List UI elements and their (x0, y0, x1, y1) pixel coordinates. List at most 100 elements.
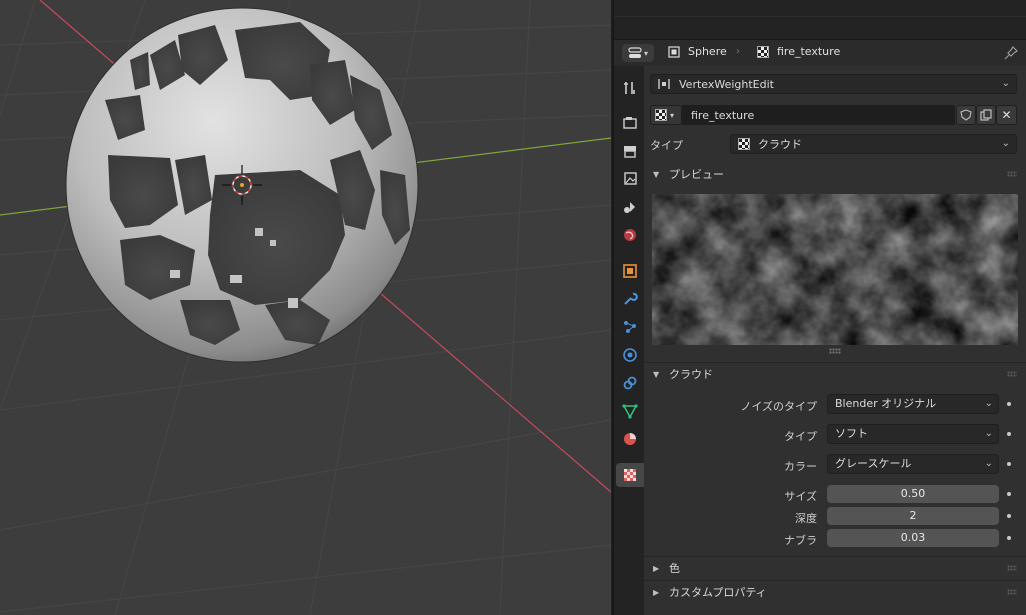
properties-topbar (614, 0, 1026, 40)
tab-output[interactable] (618, 139, 642, 163)
pin-icon[interactable] (1003, 45, 1019, 61)
object-icon (623, 264, 637, 278)
breadcrumb-separator-icon: › (736, 46, 740, 57)
mesh-data-icon (622, 404, 638, 419)
tab-tool[interactable] (618, 76, 642, 100)
chevron-down-icon: ▾ (670, 110, 675, 120)
keyframe-dot-icon[interactable] (1007, 536, 1011, 540)
drag-grip-icon[interactable] (1007, 565, 1017, 571)
texture-preview (652, 194, 1018, 345)
wrench-icon (624, 292, 638, 305)
physics-icon (623, 348, 637, 362)
chevron-down-icon: ⌄ (984, 428, 993, 439)
drag-grip-icon[interactable] (1007, 171, 1017, 177)
keyframe-dot-icon[interactable] (1007, 402, 1011, 406)
noise-type-dropdown[interactable]: Blender オリジナル ⌄ (827, 394, 999, 414)
viewport-scene (0, 0, 611, 615)
properties-header: ▾ Sphere › fire_texture (614, 40, 1026, 66)
chevron-down-icon: ⌄ (984, 398, 993, 409)
texture-icon (624, 469, 636, 481)
preview-resize-handle[interactable] (829, 348, 841, 354)
tab-render[interactable] (618, 111, 642, 135)
tab-data[interactable] (618, 399, 642, 423)
chevron-down-icon: ⌄ (1001, 138, 1010, 149)
texture-type-label: タイプ (650, 139, 683, 152)
breadcrumb-object-label: Sphere (688, 45, 727, 58)
cloud-type-label: タイプ (784, 430, 817, 443)
scene-icon (624, 202, 635, 213)
clouds-panel-title: クラウド (669, 368, 713, 381)
chevron-down-icon: ▾ (643, 48, 648, 58)
breadcrumb-texture: fire_texture (757, 45, 840, 58)
tab-modifiers[interactable] (618, 287, 642, 311)
texture-browse-button[interactable]: ▾ (650, 105, 682, 125)
modifier-icon (658, 79, 670, 89)
texture-name-field[interactable]: fire_texture (682, 105, 955, 125)
noise-type-label: ノイズのタイプ (740, 400, 817, 413)
expanded-triangle-icon: ▼ (653, 169, 660, 179)
texture-checker-icon (655, 109, 667, 121)
keyframe-dot-icon[interactable] (1007, 462, 1011, 466)
properties-tabs (614, 66, 644, 615)
colors-panel-title: 色 (669, 562, 680, 575)
custom-properties-panel-header[interactable]: ▶ カスタムプロパティ (644, 580, 1026, 604)
properties-editor: ▾ Sphere › fire_texture VertexWeightEdit… (613, 0, 1026, 615)
object-icon (668, 45, 680, 58)
texture-name-value: fire_texture (691, 108, 755, 122)
breadcrumb-object: Sphere (668, 45, 727, 58)
texture-type-dropdown[interactable]: クラウド ⌄ (730, 134, 1017, 154)
editor-type-button[interactable]: ▾ (622, 44, 654, 62)
texture-user-label: VertexWeightEdit (679, 77, 774, 91)
tab-constraints[interactable] (618, 371, 642, 395)
color-mode-value: グレースケール (835, 457, 912, 470)
texture-checker-icon (738, 138, 750, 150)
clouds-panel-header[interactable]: ▼ クラウド (644, 362, 1026, 386)
duplicate-texture-button[interactable] (976, 105, 996, 125)
close-icon: ✕ (1001, 108, 1012, 122)
tab-material[interactable] (618, 427, 642, 451)
preview-panel-title: プレビュー (669, 168, 724, 181)
expanded-triangle-icon: ▼ (653, 369, 660, 379)
colors-panel-header[interactable]: ▶ 色 (644, 556, 1026, 580)
view-layer-icon (624, 172, 637, 185)
nabla-slider[interactable]: 0.03 (827, 529, 999, 547)
cloud-noise-image (652, 194, 1018, 345)
collapsed-triangle-icon: ▶ (653, 587, 660, 597)
3d-viewport[interactable] (0, 0, 611, 615)
texture-checker-icon (757, 45, 769, 58)
size-slider[interactable]: 0.50 (827, 485, 999, 503)
keyframe-dot-icon[interactable] (1007, 492, 1011, 496)
keyframe-dot-icon[interactable] (1007, 432, 1011, 436)
world-icon (624, 229, 636, 241)
size-label: サイズ (784, 490, 817, 503)
fake-user-button[interactable] (956, 105, 976, 125)
chevron-down-icon: ⌄ (1001, 78, 1010, 89)
tab-particles[interactable] (618, 315, 642, 339)
output-icon (624, 146, 636, 158)
duplicate-icon (980, 109, 992, 121)
tool-icon (624, 82, 635, 94)
drag-grip-icon[interactable] (1007, 589, 1017, 595)
tab-scene[interactable] (618, 195, 642, 219)
noise-type-value: Blender オリジナル (835, 397, 937, 410)
collapsed-triangle-icon: ▶ (653, 563, 660, 573)
custom-properties-panel-title: カスタムプロパティ (669, 586, 767, 599)
drag-grip-icon[interactable] (1007, 371, 1017, 377)
tab-object[interactable] (618, 259, 642, 283)
texture-properties: VertexWeightEdit ⌄ ▾ fire_texture ✕ タイプ … (644, 66, 1026, 615)
unlink-texture-button[interactable]: ✕ (996, 105, 1017, 125)
texture-user-dropdown[interactable]: VertexWeightEdit ⌄ (650, 74, 1017, 94)
tab-world[interactable] (618, 223, 642, 247)
constraints-icon (623, 376, 637, 390)
tab-view-layer[interactable] (618, 167, 642, 191)
breadcrumb-texture-label: fire_texture (777, 45, 841, 58)
cloud-type-dropdown[interactable]: ソフト ⌄ (827, 424, 999, 444)
depth-field[interactable]: 2 (827, 507, 999, 525)
keyframe-dot-icon[interactable] (1007, 514, 1011, 518)
color-mode-dropdown[interactable]: グレースケール ⌄ (827, 454, 999, 474)
tab-texture[interactable] (616, 463, 644, 487)
tab-physics[interactable] (618, 343, 642, 367)
texture-type-value: クラウド (758, 138, 802, 151)
cloud-type-value: ソフト (835, 427, 868, 440)
preview-panel-header[interactable]: ▼ プレビュー (644, 162, 1026, 186)
